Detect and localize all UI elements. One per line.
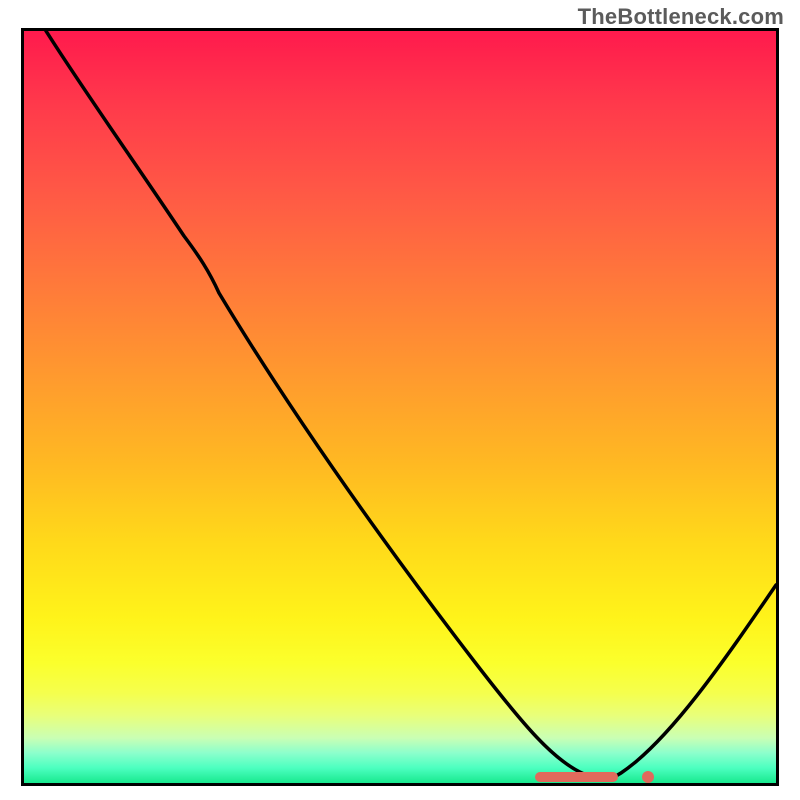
curve-path <box>46 31 776 779</box>
watermark-text: TheBottleneck.com <box>578 4 784 30</box>
optimal-point-marker <box>642 771 654 783</box>
bottleneck-curve <box>24 31 776 783</box>
chart-container: TheBottleneck.com <box>0 0 800 800</box>
plot-area <box>21 28 779 786</box>
optimal-range-marker <box>535 772 618 782</box>
